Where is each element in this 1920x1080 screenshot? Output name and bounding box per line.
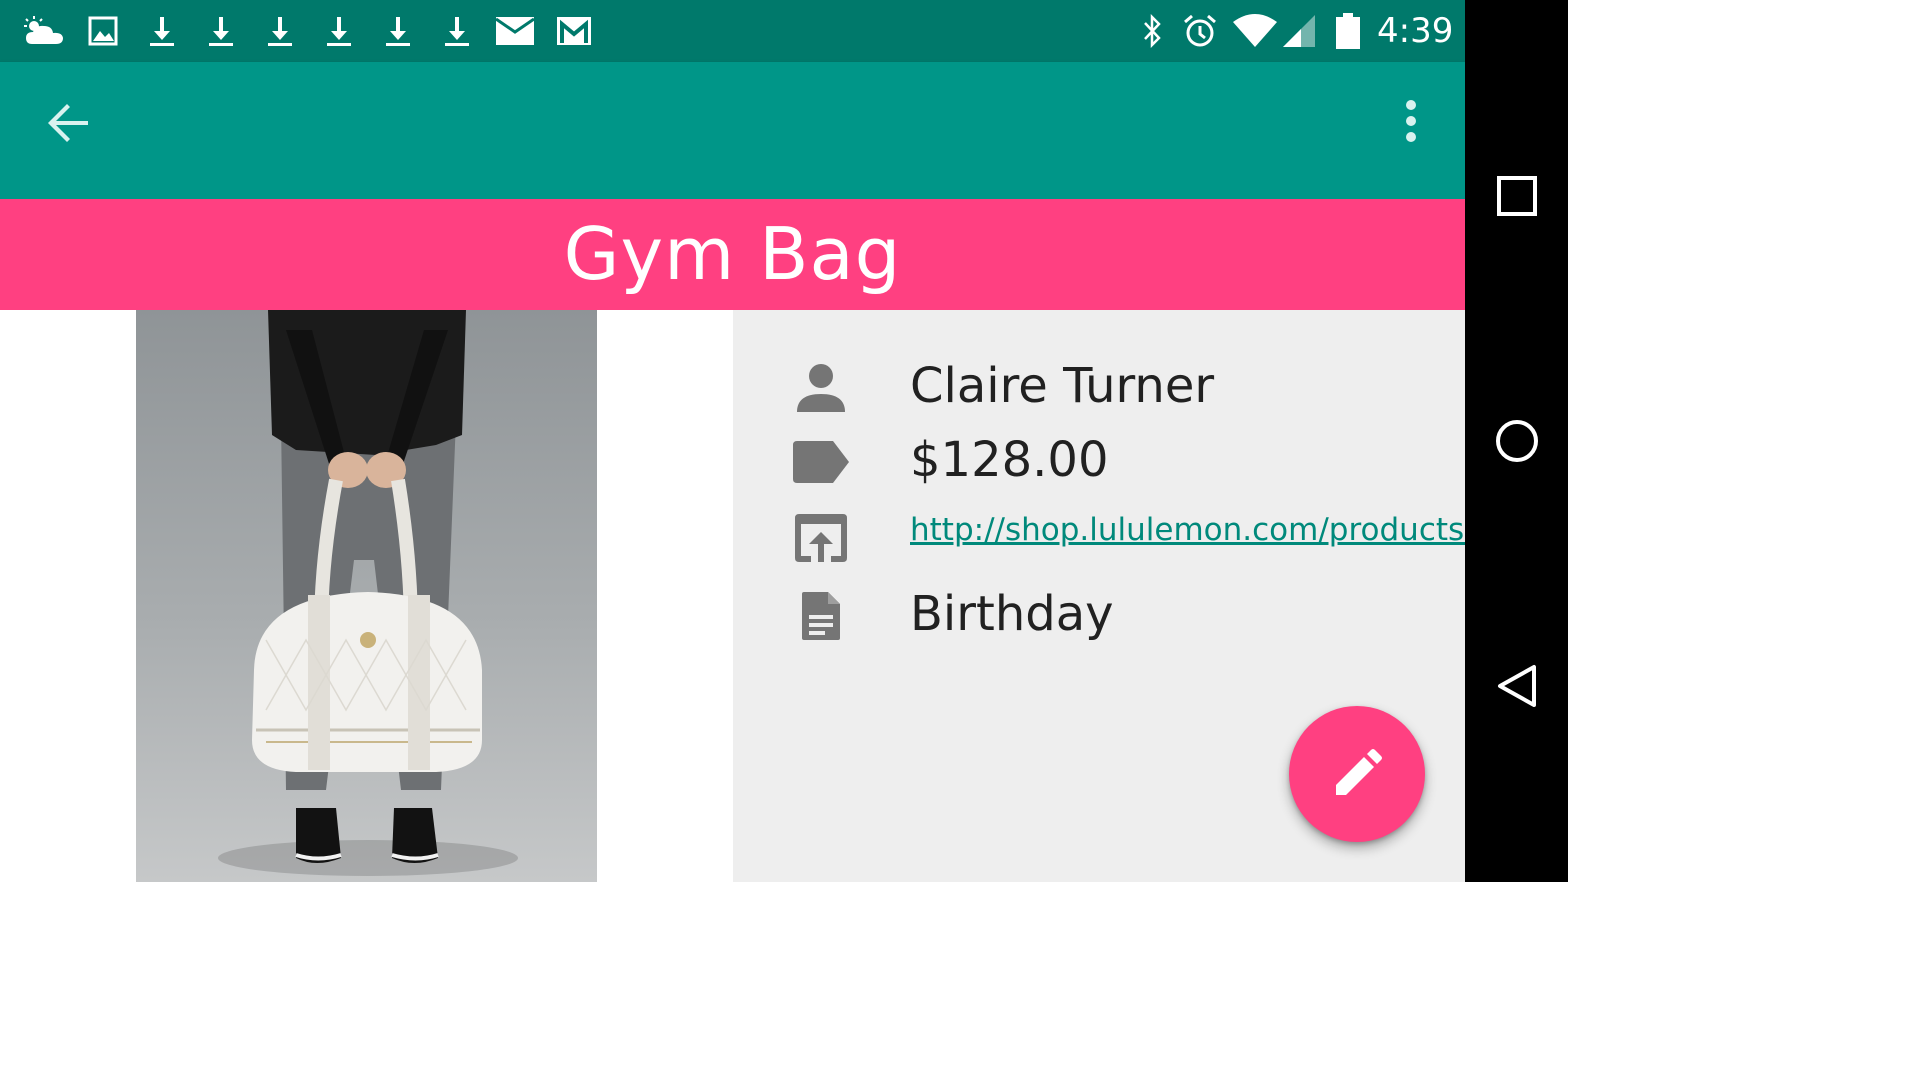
home-circle-icon — [1496, 420, 1538, 462]
bluetooth-icon — [1138, 14, 1166, 48]
detail-row-note: Birthday — [733, 580, 1465, 650]
download-icon — [323, 14, 355, 48]
home-button[interactable] — [1487, 411, 1547, 471]
open-in-browser-icon — [791, 510, 851, 566]
note-icon — [791, 588, 851, 644]
download-icon — [441, 14, 473, 48]
status-bar: 4:39 — [0, 0, 1465, 62]
title-banner: Gym Bag — [0, 199, 1465, 310]
app-bar — [0, 62, 1465, 199]
edit-fab-button[interactable] — [1289, 706, 1425, 842]
gmail-icon — [555, 14, 593, 48]
alarm-icon — [1181, 14, 1219, 48]
person-icon — [791, 360, 851, 416]
price-value: $128.00 — [910, 432, 1109, 488]
detail-row-person: Claire Turner — [733, 352, 1465, 422]
image-icon — [87, 14, 119, 48]
more-vert-icon — [1406, 100, 1416, 142]
download-icon — [146, 14, 178, 48]
download-icon — [264, 14, 296, 48]
wifi-icon — [1232, 14, 1278, 48]
back-button[interactable] — [44, 98, 94, 148]
recipient-name: Claire Turner — [910, 358, 1215, 414]
arrow-back-icon — [48, 104, 88, 142]
detail-row-price: $128.00 — [733, 426, 1465, 496]
navigation-bar — [1465, 0, 1568, 882]
battery-icon — [1333, 13, 1363, 49]
edit-pencil-icon — [1336, 749, 1382, 795]
status-time: 4:39 — [1377, 11, 1454, 51]
download-icon — [205, 14, 237, 48]
back-nav-button[interactable] — [1487, 656, 1547, 716]
occasion-note: Birthday — [910, 586, 1114, 642]
download-icon — [382, 14, 414, 48]
item-title: Gym Bag — [563, 211, 902, 296]
product-link[interactable]: http://shop.lululemon.com/products… — [910, 512, 1495, 548]
detail-row-link: http://shop.lululemon.com/products… — [733, 502, 1495, 572]
price-tag-icon — [791, 434, 851, 490]
weather-cloud-icon — [22, 14, 66, 48]
signal-icon — [1281, 14, 1317, 48]
product-photo — [136, 310, 597, 882]
more-options-button[interactable] — [1392, 98, 1432, 148]
back-triangle-icon — [1498, 665, 1536, 707]
mail-icon — [494, 14, 536, 48]
recents-button[interactable] — [1487, 166, 1547, 226]
recents-square-icon — [1497, 176, 1537, 216]
gym-bag-image — [218, 310, 518, 876]
